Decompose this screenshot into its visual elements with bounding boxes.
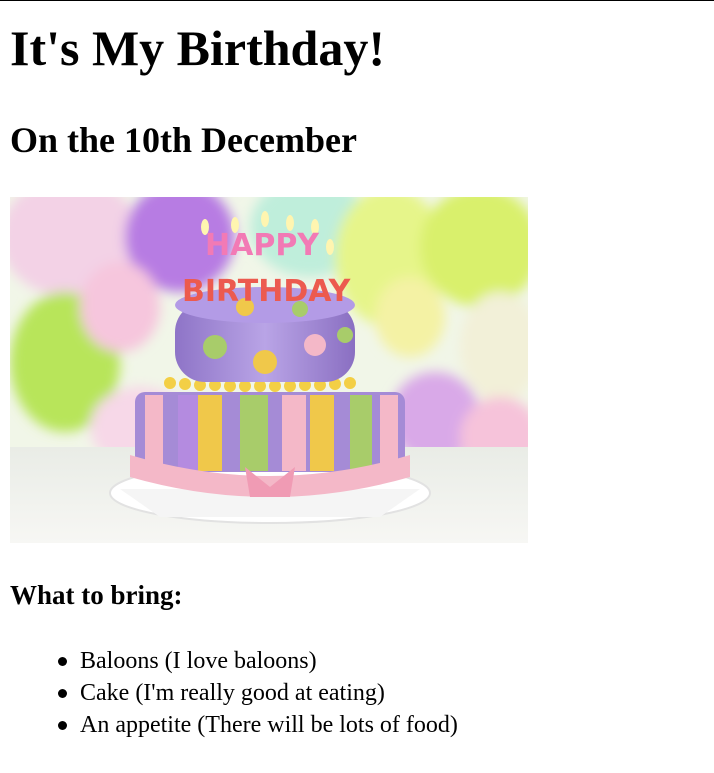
list-item: Baloons (I love baloons) <box>58 645 458 677</box>
bring-list: Baloons (I love baloons) Cake (I'm reall… <box>58 645 458 741</box>
list-item: Cake (I'm really good at eating) <box>58 677 458 709</box>
birthday-cake-image: HAPPY BIRTHDAY <box>10 197 528 543</box>
page-subtitle: On the 10th December <box>10 120 357 160</box>
page-top-border <box>0 0 714 1</box>
list-item-text: Baloons (I love baloons) <box>80 648 317 674</box>
list-item-text: Cake (I'm really good at eating) <box>80 680 385 706</box>
bullet-icon <box>58 689 67 698</box>
page-title: It's My Birthday! <box>10 20 385 76</box>
birthday-cake-illustration: HAPPY BIRTHDAY <box>10 197 528 543</box>
bullet-icon <box>58 721 67 730</box>
list-item: An appetite (There will be lots of food) <box>58 709 458 741</box>
bullet-icon <box>58 657 67 666</box>
candle-text-line1: HAPPY <box>205 228 320 263</box>
list-item-text: An appetite (There will be lots of food) <box>80 712 458 738</box>
bring-heading: What to bring: <box>10 580 183 610</box>
candle-text-line2: BIRTHDAY <box>182 274 352 309</box>
